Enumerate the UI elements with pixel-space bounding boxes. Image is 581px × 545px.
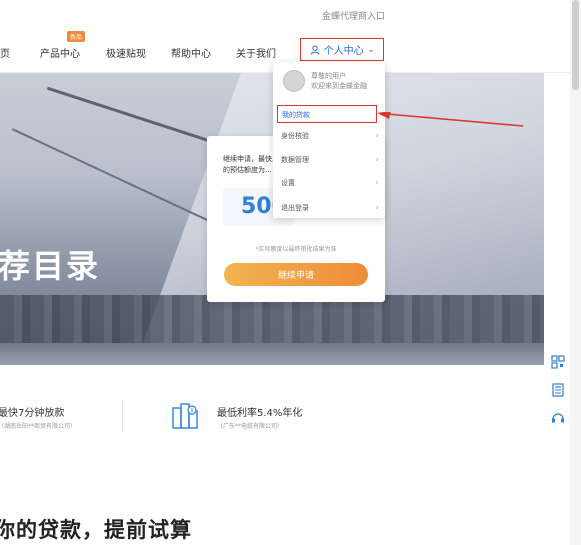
- avatar-icon: [283, 70, 305, 92]
- feature-fast-title: 最快7分钟放款: [0, 408, 65, 419]
- nav-help[interactable]: 帮助中心: [171, 45, 211, 60]
- calculator-button[interactable]: [546, 378, 570, 402]
- menu-item-my-loans[interactable]: 我的贷款: [277, 105, 377, 123]
- document-chart-icon: [172, 403, 198, 429]
- nav-products[interactable]: 产品中心: [40, 45, 80, 60]
- nav-about[interactable]: 关于我们: [236, 45, 276, 60]
- loan-card-note: *实际额度以最终审批结果为准: [255, 246, 337, 253]
- menu-item-label: 退出登录: [281, 204, 309, 212]
- menu-item-label: 身份核验: [281, 132, 309, 140]
- qr-code-icon: [551, 355, 565, 369]
- personal-center-label: 个人中心: [323, 46, 364, 57]
- menu-item-logout[interactable]: 退出登录 ›: [277, 199, 379, 217]
- annotation-arrow-icon: [377, 112, 524, 127]
- menu-item-label: 数据管理: [281, 156, 309, 164]
- top-bar: 金蝶代理商入口: [0, 0, 581, 32]
- features-strip: 最快7分钟放款 （湖南岳阳**商贸有限公司） 最低利率5.4%年化 （广东**电…: [0, 386, 544, 446]
- dropdown-greeting: 尊敬的用户 欢迎来到金蝶金融: [311, 71, 367, 91]
- menu-item-label: 我的贷款: [282, 111, 310, 119]
- chevron-right-icon: ›: [375, 155, 379, 165]
- divider: [122, 400, 123, 432]
- headset-icon: [552, 413, 564, 423]
- continue-apply-button[interactable]: 继续申请: [224, 263, 368, 286]
- feature-rate-subtitle: （广东**电缆有限公司）: [217, 423, 284, 430]
- calculator-icon: [552, 383, 564, 397]
- feature-rate-title: 最低利率5.4%年化: [217, 408, 303, 419]
- user-icon: [310, 45, 320, 55]
- qr-code-button[interactable]: [546, 350, 570, 374]
- hero-title: 荐目录: [0, 247, 101, 285]
- nav-home[interactable]: 首页: [0, 45, 10, 60]
- personal-center-button[interactable]: 个人中心 ⌄: [300, 38, 384, 61]
- new-badge: 新品: [67, 31, 86, 42]
- section-title: 你的贷款，提前试算: [0, 518, 192, 542]
- greeting-line-2: 欢迎来到金蝶金融: [311, 82, 367, 90]
- chevron-down-icon: ⌄: [367, 45, 375, 54]
- menu-item-settings[interactable]: 设置 ›: [277, 174, 379, 192]
- agent-portal-link[interactable]: 金蝶代理商入口: [322, 9, 385, 22]
- chevron-right-icon: ›: [375, 178, 379, 188]
- support-button[interactable]: [546, 406, 570, 430]
- menu-item-label: 设置: [281, 179, 295, 187]
- scrollbar-thumb[interactable]: [572, 0, 579, 90]
- personal-center-dropdown: 尊敬的用户 欢迎来到金蝶金融 我的贷款 身份核验 › 数据管理 › 设置 › 退…: [273, 62, 385, 218]
- feature-fast-subtitle: （湖南岳阳**商贸有限公司）: [0, 423, 77, 430]
- nav-discount[interactable]: 极速贴现: [106, 45, 146, 60]
- menu-item-data[interactable]: 数据管理 ›: [277, 151, 379, 169]
- menu-item-identity[interactable]: 身份核验 ›: [277, 127, 379, 145]
- greeting-line-1: 尊敬的用户: [311, 72, 346, 80]
- chevron-right-icon: ›: [375, 203, 379, 213]
